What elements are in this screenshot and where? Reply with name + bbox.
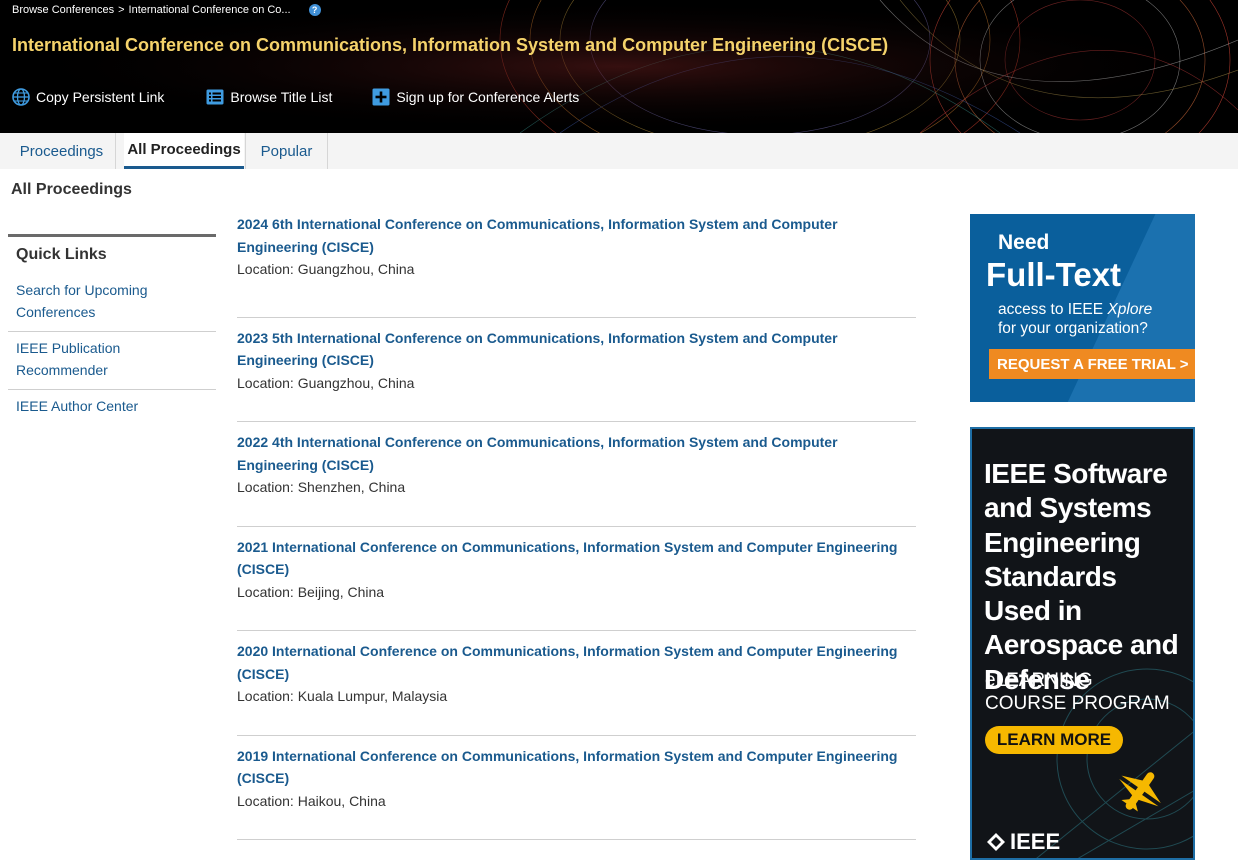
course-headline: IEEE Software and Systems Engineering St… [984, 458, 1179, 695]
ad-access-line: access to IEEE [998, 301, 1104, 318]
proceeding-title-link[interactable]: 2023 5th International Conference on Com… [237, 327, 916, 372]
proceeding-location: Location: Guangzhou, China [237, 261, 415, 277]
ad-organization-line: for your organization? [998, 320, 1148, 337]
browse-title-list-label: Browse Title List [230, 89, 333, 105]
proceeding-item: 2020 International Conference on Communi… [237, 631, 916, 736]
ad-access-text: access to IEEE Xplore for your organizat… [998, 300, 1152, 338]
ad-xplore-brand: Xplore [1107, 301, 1153, 318]
tab-proceedings[interactable]: Proceedings [8, 133, 116, 169]
quick-links-panel: Quick Links Search for Upcoming Conferen… [8, 234, 216, 425]
ad-need-text: Need [998, 231, 1050, 254]
ad-fulltext-headline: Full-Text [986, 256, 1122, 293]
copy-persistent-link-button[interactable]: Copy Persistent Link [12, 88, 164, 106]
fulltext-trial-ad[interactable]: Need Full-Text access to IEEE Xplore for… [970, 214, 1195, 402]
airplane-icon [1119, 772, 1161, 812]
globe-icon [12, 88, 30, 106]
ieee-logo: IEEE [986, 829, 1060, 855]
conference-title: International Conference on Communicatio… [12, 35, 889, 55]
ieee-logo-text: IEEE [1010, 829, 1061, 854]
proceedings-list: 2024 6th International Conference on Com… [237, 213, 916, 840]
ieee-diamond-icon [987, 833, 1005, 851]
tab-all-proceedings[interactable]: All Proceedings [124, 133, 244, 169]
list-icon [206, 89, 224, 105]
tab-bar: Proceedings All Proceedings Popular [0, 133, 1238, 169]
quick-link-upcoming-conferences[interactable]: Search for Upcoming Conferences [8, 274, 216, 332]
breadcrumb-browse-conferences[interactable]: Browse Conferences [12, 4, 114, 16]
proceeding-title-link[interactable]: 2021 International Conference on Communi… [237, 536, 916, 581]
proceeding-title-link[interactable]: 2019 International Conference on Communi… [237, 745, 916, 790]
proceeding-item: 2021 International Conference on Communi… [237, 527, 916, 631]
page-title: All Proceedings [11, 181, 132, 198]
proceeding-item: 2019 International Conference on Communi… [237, 736, 916, 840]
proceeding-item: 2024 6th International Conference on Com… [237, 213, 916, 318]
banner-actions: Copy Persistent Link Browse Title List S… [12, 88, 579, 106]
proceeding-title-link[interactable]: 2022 4th International Conference on Com… [237, 431, 916, 476]
proceeding-title-link[interactable]: 2024 6th International Conference on Com… [237, 213, 916, 258]
conference-banner: Browse Conferences > International Confe… [0, 0, 1238, 133]
proceeding-item: 2023 5th International Conference on Com… [237, 318, 916, 422]
breadcrumb: Browse Conferences > International Confe… [12, 4, 321, 16]
proceeding-location: Location: Shenzhen, China [237, 479, 406, 495]
proceeding-location: Location: Guangzhou, China [237, 374, 415, 391]
learn-more-button[interactable]: LEARN MORE [985, 726, 1123, 754]
conference-alerts-button[interactable]: Sign up for Conference Alerts [372, 88, 579, 106]
proceeding-location: Location: Beijing, China [237, 583, 385, 600]
plus-square-icon [372, 88, 390, 106]
breadcrumb-separator: > [118, 4, 125, 16]
proceeding-title-link[interactable]: 2020 International Conference on Communi… [237, 640, 916, 685]
tab-popular[interactable]: Popular [245, 133, 328, 169]
proceeding-location: Location: Kuala Lumpur, Malaysia [237, 688, 448, 704]
copy-persistent-link-label: Copy Persistent Link [36, 89, 165, 105]
elearning-course-ad[interactable]: IEEE Software and Systems Engineering St… [970, 427, 1195, 860]
breadcrumb-current[interactable]: International Conference on Co... [129, 4, 291, 16]
proceeding-item: 2022 4th International Conference on Com… [237, 422, 916, 527]
proceeding-location: Location: Haikou, China [237, 792, 386, 809]
course-subline: eLEARNING COURSE PROGRAM [985, 670, 1170, 714]
help-icon[interactable]: ? [308, 4, 321, 16]
quick-links-title: Quick Links [16, 246, 107, 263]
conference-alerts-label: Sign up for Conference Alerts [396, 89, 580, 105]
browse-title-list-button[interactable]: Browse Title List [206, 88, 332, 106]
banner-background-art [0, 0, 1238, 133]
request-free-trial-button[interactable]: REQUEST A FREE TRIAL > [989, 349, 1195, 379]
quick-link-author-center[interactable]: IEEE Author Center [8, 390, 216, 425]
quick-link-publication-recommender[interactable]: IEEE Publication Recommender [8, 332, 216, 390]
